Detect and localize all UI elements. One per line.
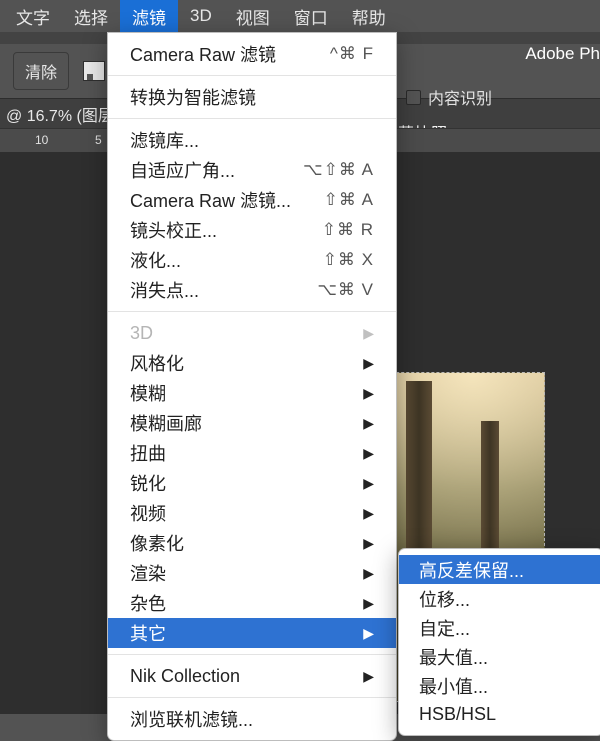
chevron-right-icon: ▶ <box>363 505 374 522</box>
menu-item-label: 自适应广角... <box>130 157 235 183</box>
menu-item-blur[interactable]: 模糊 ▶ <box>108 378 396 408</box>
menu-item-render[interactable]: 渲染 ▶ <box>108 558 396 588</box>
menu-item-label: 像素化 <box>130 530 184 556</box>
app-title: Adobe Ph <box>525 44 600 64</box>
menu-item-label: 模糊画廊 <box>130 410 202 436</box>
content-aware-label: 内容识别 <box>428 85 492 109</box>
menu-item-label: 其它 <box>130 620 166 646</box>
menu-item-label: 消失点... <box>130 277 199 303</box>
menu-window[interactable]: 窗口 <box>282 0 340 32</box>
ruler-tick: 5 <box>95 133 102 147</box>
submenu-item-high-pass[interactable]: 高反差保留... <box>399 555 600 584</box>
menu-view[interactable]: 视图 <box>224 0 282 32</box>
ruler-tick: 10 <box>35 133 48 147</box>
menu-separator <box>108 75 396 76</box>
chevron-right-icon: ▶ <box>363 445 374 462</box>
menu-item-browse-filters-online[interactable]: 浏览联机滤镜... <box>108 704 396 734</box>
menu-item-camera-raw-repeat[interactable]: Camera Raw 滤镜 ^⌘ F <box>108 39 396 69</box>
submenu-item-hsb-hsl[interactable]: HSB/HSL <box>399 700 600 729</box>
shortcut-label: ^⌘ F <box>330 44 374 64</box>
menu-text[interactable]: 文字 <box>4 0 62 32</box>
zoom-text: @ 16.7% (图层 <box>6 102 114 126</box>
chevron-right-icon: ▶ <box>363 355 374 372</box>
menu-item-label: 3D <box>130 323 153 344</box>
menu-separator <box>108 118 396 119</box>
clear-button[interactable]: 清除 <box>13 52 69 90</box>
menu-item-camera-raw[interactable]: Camera Raw 滤镜... ⇧⌘ A <box>108 185 396 215</box>
submenu-item-maximum[interactable]: 最大值... <box>399 642 600 671</box>
menubar: 文字 选择 滤镜 3D 视图 窗口 帮助 <box>0 0 600 32</box>
menu-item-noise[interactable]: 杂色 ▶ <box>108 588 396 618</box>
menu-item-video[interactable]: 视频 ▶ <box>108 498 396 528</box>
menu-item-label: Camera Raw 滤镜 <box>130 41 276 67</box>
menu-item-label: 滤镜库... <box>130 127 199 153</box>
menu-separator <box>108 697 396 698</box>
menu-item-label: 镜头校正... <box>130 217 217 243</box>
chevron-right-icon: ▶ <box>363 415 374 432</box>
menu-item-3d: 3D ▶ <box>108 318 396 348</box>
menu-item-distort[interactable]: 扭曲 ▶ <box>108 438 396 468</box>
chevron-right-icon: ▶ <box>363 535 374 552</box>
menu-item-label: 锐化 <box>130 470 166 496</box>
chevron-right-icon: ▶ <box>363 595 374 612</box>
menu-3d[interactable]: 3D <box>178 0 224 32</box>
menu-item-pixelate[interactable]: 像素化 ▶ <box>108 528 396 558</box>
submenu-item-minimum[interactable]: 最小值... <box>399 671 600 700</box>
chevron-right-icon: ▶ <box>363 325 374 342</box>
chevron-right-icon: ▶ <box>363 625 374 642</box>
shortcut-label: ⇧⌘ A <box>324 190 374 210</box>
menu-separator <box>108 311 396 312</box>
menu-item-sharpen[interactable]: 锐化 ▶ <box>108 468 396 498</box>
filter-menu-dropdown: Camera Raw 滤镜 ^⌘ F 转换为智能滤镜 滤镜库... 自适应广角.… <box>107 32 397 741</box>
menu-item-liquify[interactable]: 液化... ⇧⌘ X <box>108 245 396 275</box>
chevron-right-icon: ▶ <box>363 668 374 685</box>
menu-item-label: 转换为智能滤镜 <box>130 84 256 110</box>
menu-item-label: 浏览联机滤镜... <box>130 706 253 732</box>
menu-item-label: Nik Collection <box>130 666 240 687</box>
checkbox-icon[interactable] <box>406 90 421 105</box>
chevron-right-icon: ▶ <box>363 565 374 582</box>
menu-item-filter-gallery[interactable]: 滤镜库... <box>108 125 396 155</box>
chevron-right-icon: ▶ <box>363 385 374 402</box>
menu-item-label: Camera Raw 滤镜... <box>130 187 291 213</box>
content-aware-option[interactable]: 内容识别 <box>406 85 492 109</box>
shortcut-label: ⌥⌘ V <box>317 280 374 300</box>
submenu-item-offset[interactable]: 位移... <box>399 584 600 613</box>
chevron-right-icon: ▶ <box>363 475 374 492</box>
menu-filter[interactable]: 滤镜 <box>120 0 178 32</box>
menu-item-label: 渲染 <box>130 560 166 586</box>
menu-item-label: 杂色 <box>130 590 166 616</box>
shortcut-label: ⌥⇧⌘ A <box>303 160 374 180</box>
menu-separator <box>108 654 396 655</box>
menu-item-nik-collection[interactable]: Nik Collection ▶ <box>108 661 396 691</box>
menu-item-label: 视频 <box>130 500 166 526</box>
menu-item-vanishing-point[interactable]: 消失点... ⌥⌘ V <box>108 275 396 305</box>
other-submenu: 高反差保留... 位移... 自定... 最大值... 最小值... HSB/H… <box>398 548 600 736</box>
menu-item-blur-gallery[interactable]: 模糊画廊 ▶ <box>108 408 396 438</box>
menu-item-label: 模糊 <box>130 380 166 406</box>
menu-item-adaptive-wide-angle[interactable]: 自适应广角... ⌥⇧⌘ A <box>108 155 396 185</box>
image-icon[interactable] <box>83 61 105 81</box>
menu-select[interactable]: 选择 <box>62 0 120 32</box>
menu-item-other[interactable]: 其它 ▶ <box>108 618 396 648</box>
menu-item-lens-correction[interactable]: 镜头校正... ⇧⌘ R <box>108 215 396 245</box>
menu-item-convert-smart-filter[interactable]: 转换为智能滤镜 <box>108 82 396 112</box>
shortcut-label: ⇧⌘ X <box>323 250 374 270</box>
menu-item-label: 扭曲 <box>130 440 166 466</box>
menu-item-stylize[interactable]: 风格化 ▶ <box>108 348 396 378</box>
menu-help[interactable]: 帮助 <box>340 0 398 32</box>
submenu-item-custom[interactable]: 自定... <box>399 613 600 642</box>
menu-item-label: 风格化 <box>130 350 184 376</box>
shortcut-label: ⇧⌘ R <box>322 220 374 240</box>
menu-item-label: 液化... <box>130 247 181 273</box>
